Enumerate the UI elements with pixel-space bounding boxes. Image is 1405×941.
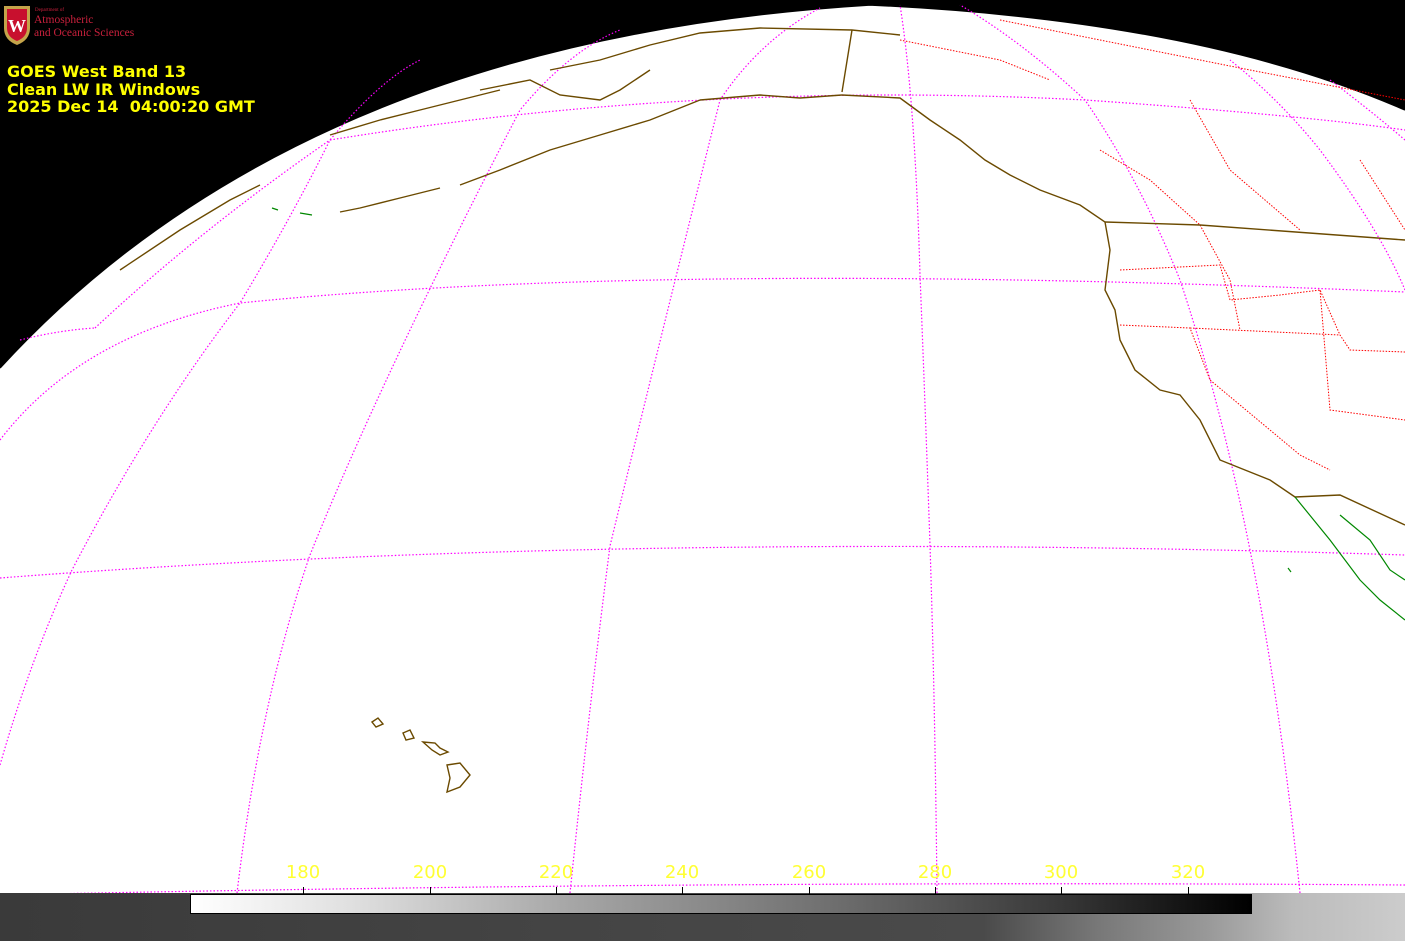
aos-logo: W Department of Atmospheric and Oceanic … (0, 0, 162, 48)
political-borders (899, 19, 1405, 471)
colorbar-label: 280 (917, 862, 953, 883)
longitude-line (569, 7, 821, 894)
bering-coast (479, 69, 651, 101)
title-channel-name: Clean LW IR Windows (7, 79, 201, 99)
hawaii-maui (420, 741, 450, 756)
colorbar-label: 200 (412, 862, 448, 883)
uw-crest-icon: W (4, 6, 30, 45)
logo-dept-text: Department of (35, 8, 65, 13)
longitude-line (899, 4, 938, 894)
hawaii-big-island (446, 762, 471, 794)
alaska-peninsula (459, 99, 701, 186)
title-satellite-band: GOES West Band 13 (7, 62, 187, 81)
colorbar-label: 260 (791, 862, 827, 883)
crest-letter: W (8, 16, 26, 36)
colorbar-label: 320 (1170, 862, 1206, 883)
longitude-line (959, 4, 1301, 894)
colorbar-label: 300 (1043, 862, 1079, 883)
colorbar-tick (682, 887, 683, 894)
colorbar (190, 894, 1252, 914)
space-background (0, 0, 1405, 368)
colorbar-tick (1188, 887, 1189, 894)
latitude-line (0, 545, 1405, 579)
colorbar-tick (809, 887, 810, 894)
hawaii-kauai (370, 717, 385, 728)
colorbar-tick (303, 887, 304, 894)
latitude-line (329, 94, 1405, 141)
satellite-map-view: W Department of Atmospheric and Oceanic … (0, 0, 1405, 941)
map-canvas (0, 0, 1405, 896)
latitude-line (0, 277, 1405, 441)
colorbar-tick (430, 887, 431, 894)
aleutian-islands (339, 187, 441, 213)
colorbar-label: 220 (538, 862, 574, 883)
alaska-canada-border (841, 29, 853, 93)
mexico-coast (271, 207, 1405, 621)
colorbar-tick (556, 887, 557, 894)
colorbar-label: 240 (664, 862, 700, 883)
colorbar-tick (935, 887, 936, 894)
longitude-line (236, 29, 621, 894)
colorbar-label: 180 (285, 862, 321, 883)
canada-us-border (1104, 221, 1405, 241)
colorbar-tick (1061, 887, 1062, 894)
north-america-west-coast (841, 94, 1405, 526)
image-title: GOES West Band 13 Clean LW IR Windows 2025… (7, 63, 255, 116)
alaska-coast (699, 94, 843, 101)
logo-line2: and Oceanic Sciences (34, 27, 135, 39)
coastlines (119, 27, 1405, 794)
hawaii-oahu (402, 729, 416, 741)
logo-line1: Atmospheric (34, 14, 94, 26)
title-timestamp: 2025 Dec 14 04:00:20 GMT (7, 97, 255, 116)
